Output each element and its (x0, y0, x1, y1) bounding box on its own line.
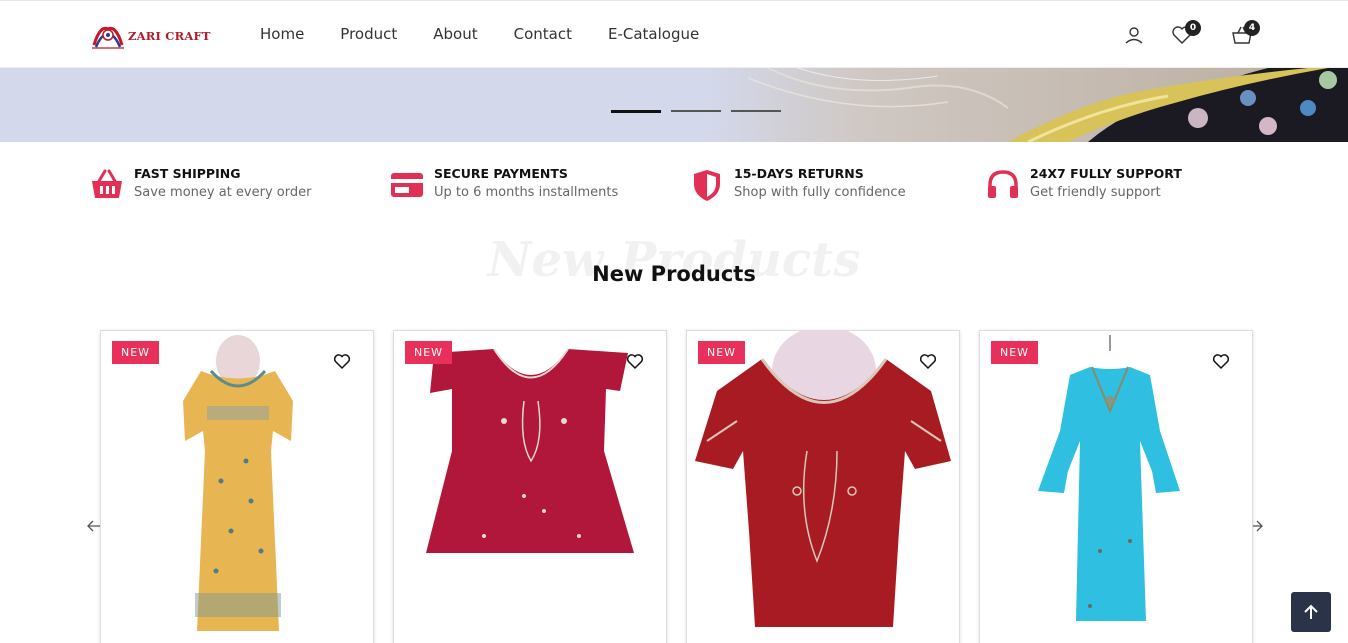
product-image-red-top (695, 331, 951, 627)
section-title: New Products (592, 262, 756, 286)
shield-icon (694, 170, 720, 201)
feature-fast-shipping: FAST SHIPPING Save money at every order (90, 165, 380, 209)
embroidery-banner-image (708, 68, 1348, 142)
product-image-turquoise-kurta (1038, 335, 1180, 621)
nav-about[interactable]: About (433, 25, 477, 43)
wishlist-heart-icon[interactable] (626, 352, 644, 370)
product-card[interactable]: NEW (393, 330, 667, 643)
feature-title: 15-DAYS RETURNS (734, 166, 864, 181)
product-image-yellow-kurta (183, 335, 293, 631)
feature-title: SECURE PAYMENTS (434, 166, 568, 181)
new-badge: NEW (991, 341, 1039, 364)
feature-subtitle: Get friendly support (1030, 185, 1161, 200)
wishlist-button[interactable]: 0 (1170, 20, 1201, 47)
feature-title: FAST SHIPPING (134, 166, 241, 181)
cart-count-badge: 4 (1244, 20, 1260, 36)
wishlist-heart-icon[interactable] (919, 352, 937, 370)
nav-contact[interactable]: Contact (514, 25, 572, 43)
slide-indicator-2[interactable] (671, 110, 721, 112)
feature-support: 24X7 FULLY SUPPORT Get friendly support (986, 165, 1276, 209)
product-card[interactable]: NEW (979, 330, 1253, 643)
logo[interactable]: ZARI CRAFT (90, 21, 211, 51)
new-badge: NEW (405, 341, 453, 364)
product-card[interactable]: NEW (686, 330, 960, 643)
nav-home[interactable]: Home (260, 25, 304, 43)
feature-title: 24X7 FULLY SUPPORT (1030, 166, 1182, 181)
new-badge: NEW (112, 341, 160, 364)
feature-subtitle: Shop with fully confidence (734, 185, 906, 200)
logo-text: ZARI CRAFT (128, 29, 211, 43)
user-icon (1125, 27, 1143, 44)
feature-returns: 15-DAYS RETURNS Shop with fully confiden… (690, 165, 980, 209)
feature-subtitle: Up to 6 months installments (434, 185, 619, 200)
nav-product[interactable]: Product (340, 25, 397, 43)
logo-emblem-icon (92, 26, 124, 49)
headphones-icon (988, 170, 1018, 198)
wishlist-heart-icon[interactable] (333, 352, 351, 370)
new-badge: NEW (698, 341, 746, 364)
slide-indicator-3[interactable] (731, 110, 781, 112)
site-header: ZARI CRAFT Home Product About Contact E-… (0, 0, 1348, 68)
feature-subtitle: Save money at every order (134, 185, 312, 200)
product-image-maroon-top (426, 348, 634, 553)
nav-e-catalogue[interactable]: E-Catalogue (608, 25, 699, 43)
hero-banner (0, 68, 1348, 142)
wishlist-count-badge: 0 (1185, 20, 1201, 36)
account-button[interactable] (1122, 23, 1146, 47)
product-card[interactable]: NEW (100, 330, 374, 643)
cart-button[interactable]: 4 (1230, 20, 1260, 47)
basket-icon (92, 169, 122, 198)
feature-secure-payments: SECURE PAYMENTS Up to 6 months installme… (390, 165, 680, 209)
credit-card-icon (391, 173, 423, 197)
main-nav: Home Product About Contact E-Catalogue (260, 25, 735, 43)
slide-indicator-1[interactable] (611, 110, 661, 113)
back-to-top-button[interactable] (1291, 592, 1331, 632)
arrow-up-icon (1304, 604, 1318, 619)
wishlist-heart-icon[interactable] (1212, 352, 1230, 370)
